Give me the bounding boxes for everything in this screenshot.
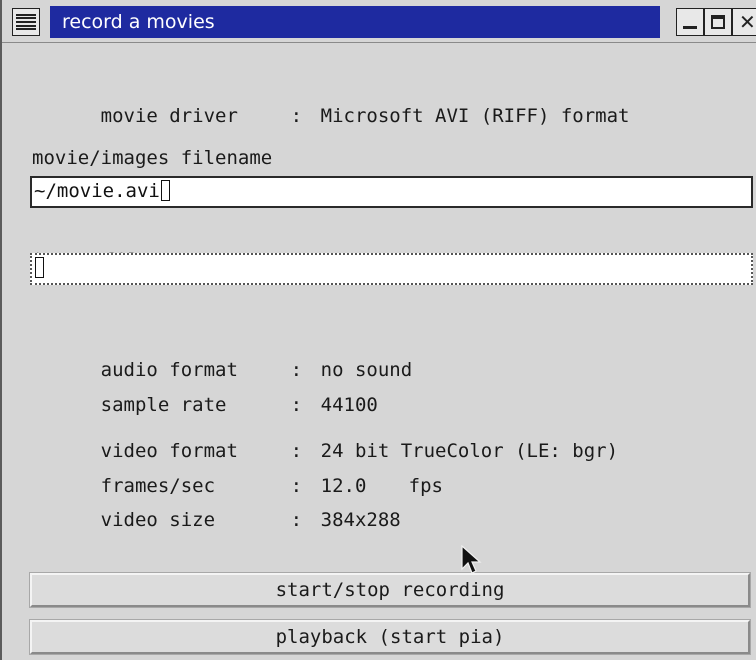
sample-rate-value[interactable]: 44100: [321, 394, 378, 416]
title-bar[interactable]: record a movies ✕: [2, 0, 756, 43]
record-movie-window: record a movies ✕ movie driver: Microsoft…: [0, 0, 756, 660]
movie-filename-input[interactable]: ~/movie.avi: [30, 176, 753, 208]
sample-rate-label: sample rate: [100, 394, 227, 416]
window-menu-icon[interactable]: [12, 8, 40, 36]
playback-button[interactable]: playback (start pia): [29, 619, 751, 655]
minimize-icon[interactable]: [676, 8, 704, 36]
video-size-row[interactable]: video size:384x288: [32, 484, 401, 556]
text-cursor: [160, 180, 170, 201]
video-size-label: video size: [100, 509, 216, 531]
movie-filename-value: ~/movie.avi: [34, 180, 160, 202]
video-size-separator: :: [290, 509, 303, 531]
maximize-icon[interactable]: [704, 8, 732, 36]
close-icon[interactable]: ✕: [732, 8, 756, 36]
text-cursor: [35, 257, 44, 278]
movie-driver-label: movie driver: [100, 105, 238, 127]
title-area[interactable]: record a movies: [50, 6, 660, 38]
mouse-pointer-icon: [461, 545, 482, 574]
dialog-content: movie driver: Microsoft AVI (RIFF) format…: [2, 43, 756, 660]
video-size-value[interactable]: 384x288: [321, 509, 401, 531]
movie-driver-value[interactable]: Microsoft AVI (RIFF) format: [321, 105, 630, 127]
start-stop-recording-button[interactable]: start/stop recording: [29, 572, 751, 608]
frames-per-sec-unit: fps: [408, 475, 443, 497]
movie-filename-label: movie/images filename: [32, 147, 273, 169]
sample-rate-separator: :: [290, 394, 303, 416]
window-title: record a movies: [62, 11, 215, 33]
movie-driver-separator: :: [290, 105, 303, 127]
movie-driver-row[interactable]: movie driver: Microsoft AVI (RIFF) format: [32, 80, 630, 152]
wav-filename-input: [30, 253, 753, 285]
